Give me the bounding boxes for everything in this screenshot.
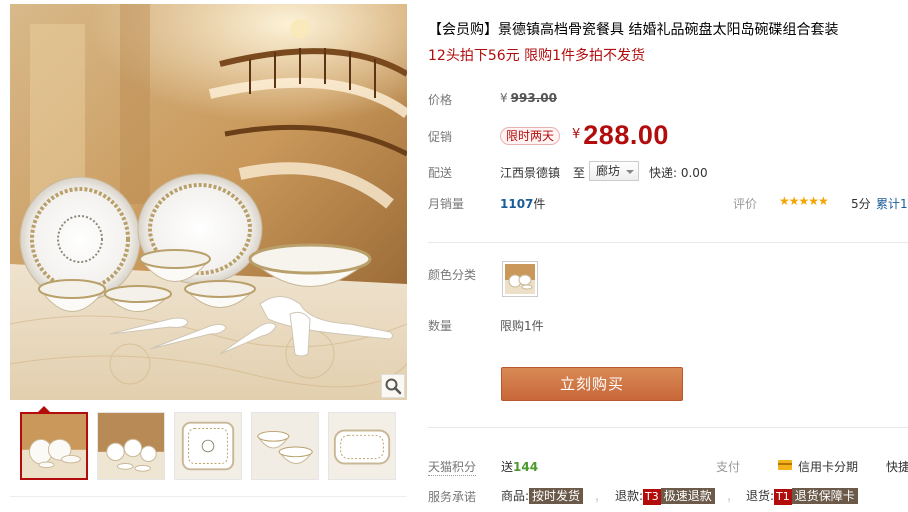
separator: ， [594,490,607,504]
thumbnail-1[interactable] [20,412,88,480]
destination-select[interactable]: 廊坊 [589,161,639,181]
monthly-sales-unit: 件 [533,197,546,211]
thumbnail-3-picture [175,413,241,479]
current-price-currency: ¥ [572,127,581,142]
points-prefix: 送 [501,460,514,474]
current-price-value: 288.00 [583,120,669,150]
main-image-picture [10,4,407,400]
monthly-sales-label: 月销量 [428,197,465,211]
color-swatch-picture [505,264,535,294]
monthly-sales: 1107件 [500,195,545,212]
thumbnail-5[interactable] [328,412,396,480]
promo-badge: 限时两天 [500,127,561,145]
thumbnail-strip [10,406,407,488]
rating-label: 评价 [733,197,758,211]
promise-return-code: T1 [774,489,792,505]
promise-return-prefix: 退货: [746,489,775,503]
rating-stars: ★★★★★ [779,194,829,208]
credit-installment-link[interactable]: 信用卡分期 [798,458,858,475]
price-info-box: 价格 ¥993.00 促销 限时两天 ¥288.00 配送 江西景德镇 至 廊坊… [428,80,908,230]
express-fee: 快递: 0.00 [649,166,708,180]
thumbnail-5-picture [329,413,395,479]
divider [428,427,908,428]
ship-to-word: 至 [573,166,586,180]
product-subtitle: 12头拍下56元 限购1件多拍不发货 [428,48,645,64]
gallery-divider [10,496,407,497]
zoom-button[interactable] [381,374,405,398]
quantity-limit: 限购1件 [500,319,544,333]
promise-refund-prefix: 退款: [615,489,644,503]
color-option-swatch[interactable] [502,261,538,297]
original-price-currency: ¥ [500,91,508,105]
promise-goods[interactable]: 商品: 按时发货 [501,487,584,504]
buy-now-button[interactable]: 立刻购买 [501,367,683,401]
main-product-image[interactable] [10,4,407,400]
thumbnail-2[interactable] [97,412,165,480]
promise-refund[interactable]: 退款: T3 极速退款 [615,487,715,505]
promise-refund-tag: 极速退款 [660,488,715,504]
quantity-label: 数量 [428,319,453,333]
promise-return[interactable]: 退货: T1 退货保障卡 [746,487,858,505]
price-label: 价格 [428,93,453,107]
thumbnail-2-picture [98,413,164,479]
promo-label: 促销 [428,130,453,144]
promise-goods-prefix: 商品: [501,489,530,503]
color-option-label: 颜色分类 [428,268,477,282]
separator: ， [726,490,739,504]
rating-score: 5分 [851,197,871,211]
destination-value: 廊坊 [596,164,621,178]
promise-goods-tag: 按时发货 [529,488,584,504]
shipping-label: 配送 [428,166,453,180]
original-price-value: 993.00 [510,91,557,105]
product-gallery [10,4,407,512]
points-value: 144 [513,460,539,474]
express-pay-link[interactable]: 快捷 [886,458,908,475]
thumbnail-4-picture [252,413,318,479]
magnifier-icon [385,378,402,395]
product-title: 【会员购】景德镇高档骨瓷餐具 结婚礼品碗盘太阳岛碗碟组合套装 [428,22,839,38]
product-detail: 【会员购】景德镇高档骨瓷餐具 结婚礼品碗盘太阳岛碗碟组合套装 12头拍下56元 … [428,0,908,512]
thumbnail-1-picture [22,414,86,478]
original-price: ¥993.00 [500,91,557,105]
total-reviews-link[interactable]: 累计1 [876,195,908,212]
monthly-sales-count: 1107 [500,197,534,211]
tmall-points: 送144 [501,458,538,475]
thumbnail-3[interactable] [174,412,242,480]
promise-refund-code: T3 [643,489,661,505]
credit-card-icon [778,460,792,470]
chevron-down-icon [626,170,634,174]
tmall-points-label[interactable]: 天猫积分 [428,458,477,476]
thumbnail-4[interactable] [251,412,319,480]
service-promise-label: 服务承诺 [428,490,477,504]
divider [428,242,908,243]
payment-label: 支付 [716,460,741,474]
current-price: ¥288.00 [572,120,669,151]
promise-return-tag: 退货保障卡 [791,488,858,504]
ship-from: 江西景德镇 [500,166,561,180]
